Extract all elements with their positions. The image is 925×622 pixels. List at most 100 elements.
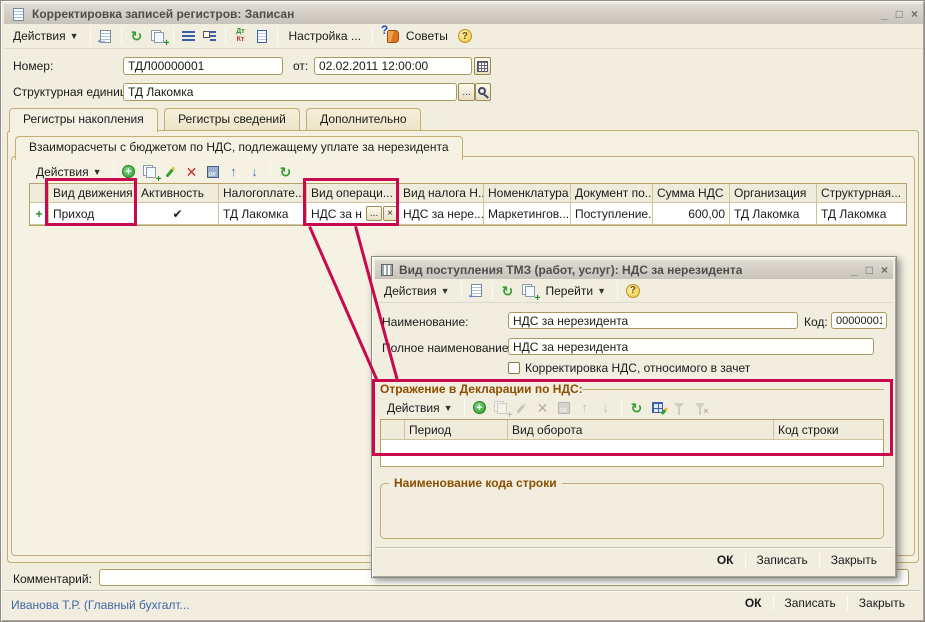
edit-row-icon[interactable] bbox=[162, 163, 180, 181]
main-titlebar[interactable]: Корректировка записей регистров: Записан… bbox=[4, 4, 923, 24]
declaration-actions-menu-button[interactable]: Действия▼ bbox=[382, 399, 458, 417]
clear-filter-icon[interactable]: × bbox=[691, 399, 709, 417]
add-row-icon[interactable]: + bbox=[471, 399, 489, 417]
chevron-down-icon: ▼ bbox=[70, 31, 79, 41]
close-window-button[interactable]: Закрыть bbox=[848, 594, 916, 612]
go-menu-button[interactable]: Перейти▼ bbox=[541, 282, 611, 300]
col-document[interactable]: Документ по... bbox=[571, 184, 653, 203]
save-button[interactable]: Записать bbox=[774, 594, 847, 612]
chevron-down-icon: ▼ bbox=[444, 403, 453, 413]
check-list-icon[interactable] bbox=[201, 27, 219, 45]
filter-icon[interactable] bbox=[670, 399, 688, 417]
unit-open-button[interactable] bbox=[475, 83, 491, 101]
declaration-toolbar: Действия▼ + + ✕ ↑ ↓ ↻ × bbox=[378, 396, 886, 419]
actions-menu-button[interactable]: Действия▼ bbox=[8, 27, 84, 45]
declaration-group-title: Отражение в Декларации по НДС: bbox=[380, 382, 583, 396]
reread-icon[interactable]: ← bbox=[97, 27, 115, 45]
report-icon[interactable] bbox=[253, 27, 271, 45]
help-icon[interactable]: ? bbox=[456, 27, 474, 45]
cell-nomenclature[interactable]: Маркетингов... bbox=[484, 203, 571, 225]
operation-choose-button[interactable]: ... bbox=[366, 206, 382, 221]
col-unit[interactable]: Структурная... bbox=[817, 184, 907, 203]
settings-button[interactable]: Настройка ... bbox=[284, 27, 366, 45]
col-turnover-kind[interactable]: Вид оборота bbox=[508, 420, 774, 440]
calendar-button[interactable] bbox=[474, 57, 491, 75]
col-period[interactable]: Период bbox=[405, 420, 508, 440]
vat-correction-checkbox-label: Корректировка НДС, относимого в зачет bbox=[525, 361, 750, 375]
dialog-maximize-button[interactable]: □ bbox=[866, 263, 873, 277]
cell-operation[interactable]: НДС за н ... × bbox=[307, 203, 399, 225]
dialog-ok-button[interactable]: ОК bbox=[706, 551, 745, 569]
close-button[interactable]: × bbox=[911, 7, 918, 21]
dialog-save-button[interactable]: Записать bbox=[746, 551, 819, 569]
col-taxpayer[interactable]: Налогоплате... bbox=[219, 184, 307, 203]
cell-taxpayer[interactable]: ТД Лакомка bbox=[219, 203, 307, 225]
help-icon[interactable]: ? bbox=[624, 282, 642, 300]
col-movement[interactable]: Вид движения bbox=[49, 184, 137, 203]
cell-vat-amount[interactable]: 600,00 bbox=[653, 203, 730, 225]
unit-input[interactable] bbox=[123, 83, 457, 101]
minimize-button[interactable]: _ bbox=[881, 7, 888, 21]
col-organization[interactable]: Организация bbox=[730, 184, 817, 203]
end-edit-icon[interactable] bbox=[555, 399, 573, 417]
copy-row-icon[interactable]: + bbox=[141, 163, 159, 181]
code-input[interactable] bbox=[831, 312, 887, 329]
refresh-table-icon[interactable]: ↻ bbox=[277, 163, 295, 181]
refresh-table-icon[interactable]: ↻ bbox=[628, 399, 646, 417]
reread-icon[interactable]: ← bbox=[468, 282, 486, 300]
cell-organization[interactable]: ТД Лакомка bbox=[730, 203, 817, 225]
full-name-label: Полное наименование: bbox=[382, 341, 512, 355]
refresh-icon[interactable]: ↻ bbox=[128, 27, 146, 45]
dt-kt-posting-icon[interactable]: ДтКт bbox=[232, 27, 250, 45]
chevron-down-icon: ▼ bbox=[93, 167, 102, 177]
filter-settings-icon[interactable] bbox=[649, 399, 667, 417]
move-up-icon[interactable]: ↑ bbox=[576, 399, 594, 417]
number-input[interactable] bbox=[123, 57, 283, 75]
operation-clear-button[interactable]: × bbox=[383, 206, 397, 221]
refresh-icon[interactable]: ↻ bbox=[499, 282, 517, 300]
dialog-actions-menu-button[interactable]: Действия▼ bbox=[379, 282, 455, 300]
col-line-code[interactable]: Код строки bbox=[774, 420, 883, 440]
empty-row[interactable] bbox=[381, 440, 883, 459]
full-name-input[interactable] bbox=[508, 338, 874, 355]
dialog-titlebar[interactable]: Вид поступления ТМЗ (работ, услуг): НДС … bbox=[375, 260, 893, 279]
col-vat-amount[interactable]: Сумма НДС bbox=[653, 184, 730, 203]
move-down-icon[interactable]: ↓ bbox=[597, 399, 615, 417]
cell-activity[interactable]: ✔ bbox=[137, 203, 219, 225]
cell-document[interactable]: Поступление... bbox=[571, 203, 653, 225]
end-edit-icon[interactable] bbox=[204, 163, 222, 181]
dialog-close-button[interactable]: × bbox=[881, 263, 888, 277]
tab-information-registers[interactable]: Регистры сведений bbox=[164, 108, 300, 130]
tab-accumulation-registers[interactable]: Регистры накопления bbox=[9, 108, 158, 132]
maximize-button[interactable]: □ bbox=[896, 7, 903, 21]
cell-tax-kind[interactable]: НДС за нере... bbox=[399, 203, 484, 225]
delete-row-icon[interactable]: ✕ bbox=[183, 163, 201, 181]
cell-movement[interactable]: Приход bbox=[49, 203, 137, 225]
tips-button[interactable]: ? Советы bbox=[379, 25, 453, 47]
dialog-minimize-button[interactable]: _ bbox=[851, 263, 858, 277]
unit-choose-button[interactable]: ... bbox=[458, 83, 475, 101]
tab-additional[interactable]: Дополнительно bbox=[306, 108, 420, 130]
copy-row-icon[interactable]: + bbox=[492, 399, 510, 417]
dialog-close-button[interactable]: Закрыть bbox=[820, 551, 888, 569]
name-input[interactable] bbox=[508, 312, 798, 329]
hierarchy-list-icon[interactable] bbox=[180, 27, 198, 45]
date-input[interactable] bbox=[314, 57, 472, 75]
move-up-icon[interactable]: ↑ bbox=[225, 163, 243, 181]
col-tax-kind[interactable]: Вид налога Н... bbox=[399, 184, 484, 203]
vat-correction-checkbox[interactable] bbox=[508, 362, 520, 374]
table-row[interactable]: + Приход ✔ ТД Лакомка НДС за н ... × НДС… bbox=[30, 203, 906, 225]
copy-add-icon[interactable]: + bbox=[520, 282, 538, 300]
col-activity[interactable]: Активность bbox=[137, 184, 219, 203]
cell-unit[interactable]: ТД Лакомка bbox=[817, 203, 907, 225]
ok-button[interactable]: ОК bbox=[734, 594, 773, 612]
register-tab[interactable]: Взаиморасчеты с бюджетом по НДС, подлежа… bbox=[15, 136, 463, 160]
add-row-icon[interactable]: + bbox=[120, 163, 138, 181]
copy-add-icon[interactable]: + bbox=[149, 27, 167, 45]
col-nomenclature[interactable]: Номенклатура bbox=[484, 184, 571, 203]
move-down-icon[interactable]: ↓ bbox=[246, 163, 264, 181]
edit-row-icon[interactable] bbox=[513, 399, 531, 417]
delete-row-icon[interactable]: ✕ bbox=[534, 399, 552, 417]
table-actions-menu-button[interactable]: Действия▼ bbox=[31, 163, 107, 181]
col-operation[interactable]: Вид операци... bbox=[307, 184, 399, 203]
